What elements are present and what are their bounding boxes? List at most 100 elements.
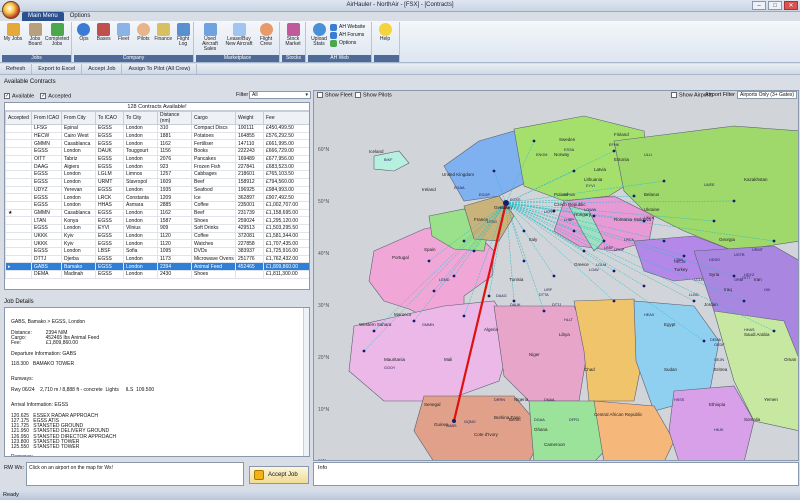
airport-marker[interactable] — [592, 214, 596, 218]
table-row[interactable]: EGSS London EYVI Vilnius 909 Soft Drinks 42951… — [5, 223, 309, 233]
airport-label[interactable]: HEAX — [644, 313, 655, 317]
airport-label[interactable]: OEJN — [714, 358, 724, 362]
airport-label[interactable]: EGSS — [510, 198, 521, 202]
table-row[interactable]: LTAN Konya EGSS London 1587 Shoes 259024 £1,295… — [5, 216, 309, 225]
airport-marker[interactable] — [427, 259, 431, 263]
airport-label[interactable]: OEDF — [714, 343, 725, 347]
airport-label[interactable]: DNAA — [544, 398, 555, 402]
airport-label[interactable]: LHBP — [564, 218, 574, 222]
airport-marker[interactable] — [372, 329, 376, 333]
airport-marker[interactable] — [742, 299, 746, 303]
airport-marker[interactable] — [772, 239, 776, 243]
ah-forums-link[interactable]: AH Forums — [330, 31, 365, 39]
table-row[interactable]: DAAG Algiers EGSS London 923 Frozen Fish 22784… — [5, 162, 309, 172]
flight-crew-button[interactable]: Flight Crew — [254, 22, 278, 53]
airport-marker[interactable] — [702, 339, 706, 343]
airport-label[interactable]: HSSS — [674, 398, 685, 402]
airport-filter-select[interactable]: Airports Only (3+ Gates) — [737, 91, 797, 99]
airport-marker[interactable] — [692, 299, 696, 303]
airport-marker[interactable] — [572, 169, 576, 173]
table-row[interactable]: GMMN Casablanca EGSS London 1162 Fertiliser 14… — [5, 139, 309, 149]
airport-marker[interactable] — [662, 239, 666, 243]
airport-label[interactable]: EGKK — [500, 206, 511, 210]
airport-label[interactable]: EYVI — [586, 184, 595, 188]
assign-pilot-button[interactable]: Assign To Pilot (All Crew) — [122, 64, 198, 74]
airport-marker[interactable] — [602, 239, 606, 243]
airport-marker[interactable] — [712, 219, 716, 223]
tab-main-menu[interactable]: Main Menu — [22, 12, 64, 21]
column-header[interactable]: Fee — [263, 111, 309, 125]
airport-marker[interactable] — [462, 314, 466, 318]
ops-button[interactable]: Ops — [74, 22, 94, 53]
airport-label[interactable]: HLLT — [564, 318, 574, 322]
airport-label[interactable]: LGAV — [589, 268, 599, 272]
airport-label[interactable]: DTTA — [539, 293, 549, 297]
airport-label[interactable]: LTAN — [674, 258, 683, 262]
stock-market-button[interactable]: Stock Market — [282, 22, 304, 53]
airport-label[interactable]: LBSF — [604, 246, 614, 250]
table-row[interactable]: EGSS London LRCK Constanta 1209 Ice 362897 £907… — [5, 193, 309, 202]
origin-airport-marker[interactable] — [452, 419, 456, 423]
airport-marker[interactable] — [452, 274, 456, 278]
airport-marker[interactable] — [532, 139, 536, 143]
airport-label[interactable]: LROP — [614, 248, 625, 252]
airport-label[interactable]: BIKF — [384, 158, 393, 162]
airport-marker[interactable] — [487, 294, 491, 298]
column-header[interactable]: Distance (nm) — [157, 111, 192, 125]
airport-label[interactable]: UDSG — [709, 258, 720, 262]
table-row[interactable]: UKKK Kyiv EGSS London 1120 Coffee 372081 £1,581… — [5, 231, 309, 241]
show-fleet-checkbox[interactable]: Show Fleet — [317, 92, 353, 98]
table-row[interactable]: ★ GMMN Casablanca EGSS London 1162 Beef 231739 £… — [5, 208, 309, 218]
column-header[interactable]: To ICAO — [95, 111, 124, 125]
bases-button[interactable]: Bases — [94, 22, 114, 53]
airport-label[interactable]: URMT — [752, 248, 764, 252]
table-row[interactable]: EGSS London URMT Stavropol 1609 Beef 158912 £79… — [5, 177, 309, 187]
airport-label[interactable]: HHAS — [744, 328, 755, 332]
app-logo-icon[interactable] — [2, 1, 20, 19]
completed-jobs-button[interactable]: Completed Jobs — [45, 22, 69, 53]
airport-marker[interactable] — [362, 349, 366, 353]
table-row[interactable]: EGSS London LGLM Limnos 1257 Cabbages 218601 £7… — [5, 170, 309, 179]
airport-label[interactable]: LIRF — [544, 288, 553, 292]
maximize-button[interactable]: □ — [768, 1, 782, 10]
tab-options[interactable]: Options — [64, 12, 97, 21]
refresh-button[interactable]: Refresh — [0, 64, 33, 74]
show-pilots-checkbox[interactable]: Show Pilots — [355, 92, 392, 98]
airport-label[interactable]: DFFD — [569, 418, 579, 422]
airport-label[interactable]: ORBI — [734, 278, 743, 282]
column-header[interactable]: Cargo — [191, 111, 236, 125]
pilots-button[interactable]: Pilots — [133, 22, 153, 53]
airport-label[interactable]: LFSG — [487, 220, 497, 224]
airport-label[interactable]: DAAG — [496, 294, 507, 298]
web-options-link[interactable]: Options — [330, 39, 365, 47]
airport-label[interactable]: GMMN — [422, 323, 434, 327]
airport-label[interactable]: LCLK — [694, 278, 704, 282]
upload-stats-button[interactable]: Upload Stats — [308, 22, 330, 53]
airport-marker[interactable] — [522, 229, 526, 233]
airport-label[interactable]: OIII — [764, 288, 770, 292]
airport-marker[interactable] — [492, 169, 496, 173]
airport-marker[interactable] — [642, 284, 646, 288]
airport-label[interactable]: UKKK — [644, 216, 655, 220]
flight-log-button[interactable]: Flight Log — [173, 22, 193, 53]
column-header[interactable]: Weight — [235, 111, 264, 125]
column-header[interactable]: From ICAO — [31, 111, 62, 125]
filter-select[interactable]: All ▾ — [249, 91, 311, 99]
airport-marker[interactable] — [572, 229, 576, 233]
airport-marker[interactable] — [552, 274, 556, 278]
airport-marker[interactable] — [632, 194, 636, 198]
accept-job-button[interactable]: Accept Job — [249, 466, 309, 484]
airport-marker[interactable] — [522, 259, 526, 263]
airport-marker[interactable] — [732, 199, 736, 203]
table-row[interactable]: EGSS London DAUK Touggourt 1156 Books 222243 £6… — [5, 147, 309, 156]
accepted-checkbox[interactable]: ✓ Accepted — [40, 92, 71, 99]
airport-marker[interactable] — [582, 249, 586, 253]
airport-label[interactable]: EPWA — [564, 193, 576, 197]
airport-label[interactable]: DGAA — [534, 418, 545, 422]
fleet-button[interactable]: Fleet — [114, 22, 134, 53]
table-row[interactable]: UKKK Kyiv EGSS London 1120 Watches 227858 £1,70… — [5, 239, 309, 248]
airport-label[interactable]: EGGP — [479, 193, 490, 197]
airport-label[interactable]: ULLI — [644, 153, 652, 157]
airport-label[interactable]: UUEE — [704, 183, 715, 187]
airport-label[interactable]: GOOY — [384, 366, 396, 370]
